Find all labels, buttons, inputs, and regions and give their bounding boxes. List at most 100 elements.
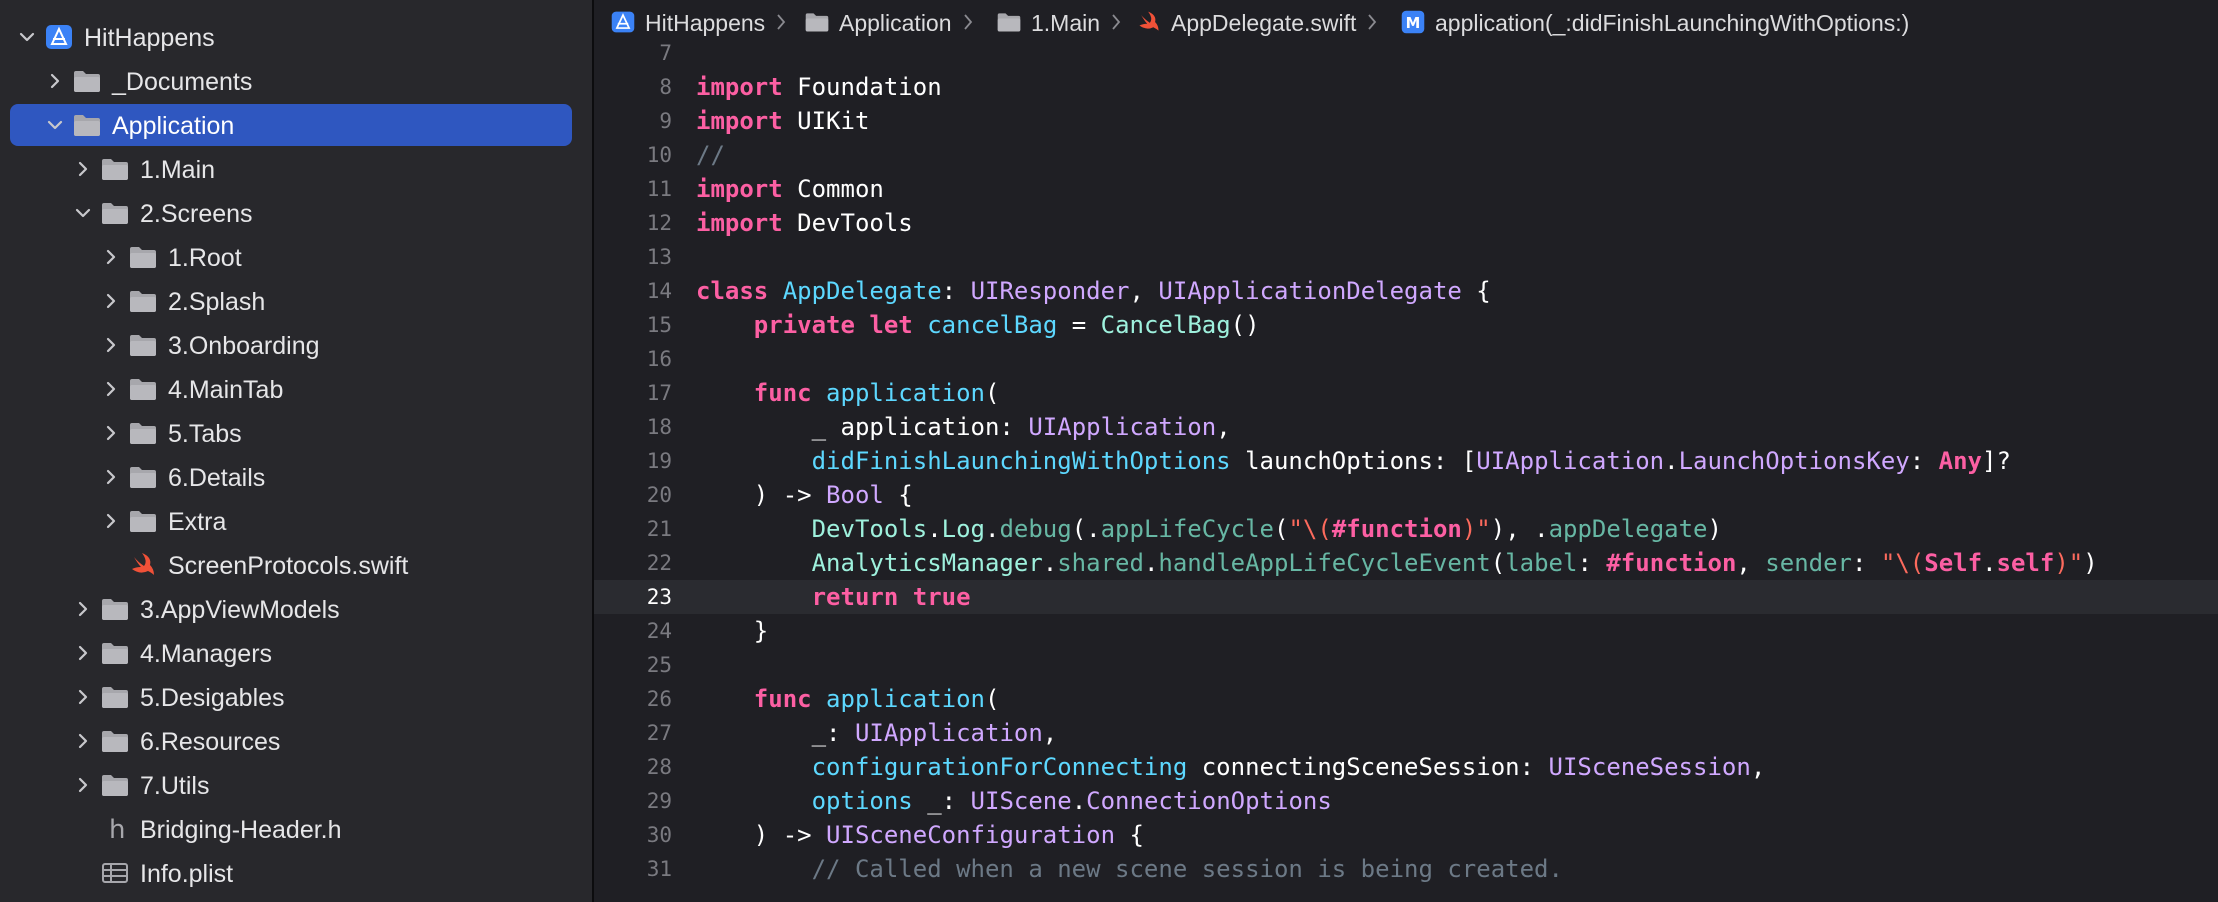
chevron-right-icon[interactable] <box>74 160 92 178</box>
code-line[interactable]: 28 configurationForConnecting connecting… <box>594 750 2218 784</box>
navigator-item[interactable]: Extra <box>10 500 572 542</box>
code-token: import <box>696 107 783 135</box>
chevron-right-icon[interactable] <box>74 732 92 750</box>
code-token: : <box>1577 549 1607 577</box>
code-token: UIScene <box>970 787 1072 815</box>
code-line[interactable]: 14 class AppDelegate: UIResponder, UIAppl… <box>594 274 2218 308</box>
chevron-right-icon[interactable] <box>102 468 120 486</box>
svg-text:h: h <box>109 815 125 843</box>
chevron-right-icon[interactable] <box>74 644 92 662</box>
navigator-item[interactable]: h Bridging-Header.h <box>10 808 572 850</box>
code-line[interactable]: 16 <box>594 342 2218 376</box>
navigator-item[interactable]: 4.MainTab <box>10 368 572 410</box>
chevron-down-icon[interactable] <box>74 204 92 222</box>
chevron-down-icon[interactable] <box>46 116 64 134</box>
chevron-right-icon[interactable] <box>74 600 92 618</box>
code-text: func application( <box>696 379 1000 407</box>
navigator-item[interactable]: Info.plist <box>10 852 572 894</box>
folder-icon <box>72 67 102 95</box>
code-line[interactable]: 20 ) -> Bool { <box>594 478 2218 512</box>
code-line[interactable]: 21 DevTools.Log.debug(.appLifeCycle("\(#… <box>594 512 2218 546</box>
code-line[interactable]: 25 <box>594 648 2218 682</box>
navigator-item[interactable]: 1.Root <box>10 236 572 278</box>
chevron-right-icon[interactable] <box>102 512 120 530</box>
project-navigator: HitHappens _Documents Application 1.Main 2.S… <box>0 0 592 902</box>
code-token: )" <box>1461 515 1491 543</box>
code-line[interactable]: 15 private let cancelBag = CancelBag() <box>594 308 2218 342</box>
navigator-item-label: Application <box>112 112 235 140</box>
folder-icon <box>128 243 158 271</box>
code-token: import <box>696 175 783 203</box>
code-line[interactable]: 11 import Common <box>594 172 2218 206</box>
chevron-right-icon[interactable] <box>74 776 92 794</box>
chevron-right-icon[interactable] <box>74 688 92 706</box>
navigator-item[interactable]: 4.Managers <box>10 632 572 674</box>
code-line[interactable]: 9 import UIKit <box>594 104 2218 138</box>
navigator-item[interactable]: 5.Desigables <box>10 676 572 718</box>
code-token: debug <box>999 515 1072 543</box>
swift-file-icon <box>1136 9 1162 35</box>
chevron-right-icon[interactable] <box>102 292 120 310</box>
code-line[interactable]: 29 options _: UIScene.ConnectionOptions <box>594 784 2218 818</box>
code-line[interactable]: 27 _: UIApplication, <box>594 716 2218 750</box>
code-line[interactable]: 30 ) -> UISceneConfiguration { <box>594 818 2218 852</box>
code-line[interactable]: 17 func application( <box>594 376 2218 410</box>
code-text: AnalyticsManager.shared.handleAppLifeCyc… <box>696 549 2098 577</box>
code-token: Common <box>782 175 884 203</box>
code-token: #function <box>1606 549 1737 577</box>
code-token: AnalyticsManager <box>811 549 1043 577</box>
code-line[interactable]: 12 import DevTools <box>594 206 2218 240</box>
navigator-item[interactable]: 1.Main <box>10 148 572 190</box>
code-line[interactable]: 24 } <box>594 614 2218 648</box>
code-line[interactable]: 31 // Called when a new scene session is… <box>594 852 2218 886</box>
line-number: 29 <box>646 789 672 813</box>
code-line[interactable]: 22 AnalyticsManager.shared.handleAppLife… <box>594 546 2218 580</box>
code-area[interactable]: 7 8 import Foundation 9 import UIKit 10 // 11 im… <box>594 41 2218 902</box>
code-line[interactable]: 10 // <box>594 138 2218 172</box>
code-token: () <box>1230 311 1260 339</box>
code-token: DevTools <box>782 209 913 237</box>
navigator-item[interactable]: Application <box>10 104 572 146</box>
code-token: UIApplication <box>1028 413 1217 441</box>
code-line[interactable]: 19 didFinishLaunchingWithOptions launchO… <box>594 444 2218 478</box>
chevron-right-icon[interactable] <box>102 248 120 266</box>
chevron-right-icon[interactable] <box>102 424 120 442</box>
line-number: 16 <box>646 347 672 371</box>
code-line[interactable]: 7 <box>594 36 2218 70</box>
code-token: ( <box>1274 515 1289 543</box>
chevron-right-icon[interactable] <box>46 72 64 90</box>
code-token: CancelBag <box>1100 311 1231 339</box>
code-token: // <box>696 141 725 169</box>
code-line[interactable]: 23 return true <box>594 580 2218 614</box>
code-line[interactable]: 13 <box>594 240 2218 274</box>
chevron-down-icon[interactable] <box>18 28 36 46</box>
navigator-item[interactable]: 5.Tabs <box>10 412 572 454</box>
navigator-item[interactable]: 3.Onboarding <box>10 324 572 366</box>
code-token: class <box>696 277 769 305</box>
chevron-right-icon[interactable] <box>102 380 120 398</box>
line-number: 30 <box>646 823 672 847</box>
code-line[interactable]: 26 func application( <box>594 682 2218 716</box>
code-token: import <box>696 73 783 101</box>
source-editor[interactable]: HitHappens Application 1.Main AppDelegate.s… <box>594 0 2218 902</box>
code-text: _ application: UIApplication, <box>696 413 1231 441</box>
navigator-item-label: 1.Root <box>168 244 242 272</box>
navigator-item[interactable]: HitHappens <box>10 16 572 58</box>
code-token: // Called when a new scene session is be… <box>811 855 1563 883</box>
chevron-right-icon[interactable] <box>102 336 120 354</box>
navigator-item[interactable]: _Documents <box>10 60 572 102</box>
navigator-item-label: Info.plist <box>140 860 234 888</box>
navigator-item[interactable]: 2.Splash <box>10 280 572 322</box>
folder-icon <box>100 683 130 711</box>
navigator-item[interactable]: 6.Details <box>10 456 572 498</box>
navigator-item-label: ScreenProtocols.swift <box>168 552 409 580</box>
code-line[interactable]: 18 _ application: UIApplication, <box>594 410 2218 444</box>
code-token: label <box>1505 549 1578 577</box>
code-line[interactable]: 8 import Foundation <box>594 70 2218 104</box>
navigator-item[interactable]: 3.AppViewModels <box>10 588 572 630</box>
navigator-item[interactable]: 2.Screens <box>10 192 572 234</box>
navigator-item[interactable]: 6.Resources <box>10 720 572 762</box>
navigator-item[interactable]: 7.Utils <box>10 764 572 806</box>
code-text: ) -> Bool { <box>696 481 913 509</box>
navigator-item[interactable]: ScreenProtocols.swift <box>10 544 572 586</box>
